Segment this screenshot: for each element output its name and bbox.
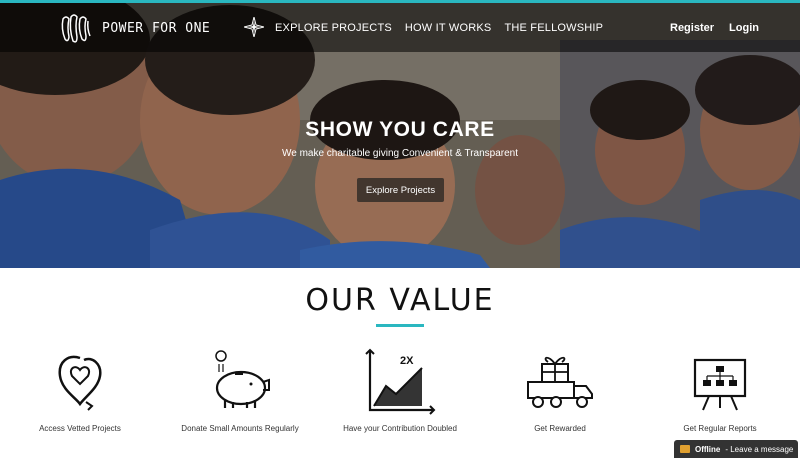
compass-icon xyxy=(244,17,264,37)
auth-links: Register Login xyxy=(670,22,759,34)
feature-vetted-projects: Access Vetted Projects xyxy=(0,346,160,433)
explore-projects-button[interactable]: Explore Projects xyxy=(357,178,444,202)
chat-status: Offline xyxy=(695,444,721,454)
feature-donate-small: Donate Small Amounts Regularly xyxy=(160,346,320,433)
hero-subtitle: We make charitable giving Convenient & T… xyxy=(281,148,519,159)
brand-name: POWER FOR ONE xyxy=(102,20,211,36)
chat-widget[interactable]: Offline - Leave a message xyxy=(674,440,798,458)
hero-title: SHOW YOU CARE xyxy=(305,118,495,141)
growth-chart-icon: 2X xyxy=(365,348,436,415)
gift-truck-icon xyxy=(527,356,593,408)
feature-label: Access Vetted Projects xyxy=(39,424,121,433)
growth-badge: 2X xyxy=(400,355,414,367)
hero-banner: POWER FOR ONE EXPLORE PROJECTS HOW IT WO… xyxy=(0,0,800,268)
feature-label: Have your Contribution Doubled xyxy=(343,424,457,433)
page: POWER FOR ONE EXPLORE PROJECTS HOW IT WO… xyxy=(0,0,800,458)
nav-the-fellowship[interactable]: THE FELLOWSHIP xyxy=(504,22,603,34)
nav-how-it-works[interactable]: HOW IT WORKS xyxy=(405,22,492,34)
title-underline xyxy=(376,324,424,327)
chat-message: - Leave a message xyxy=(725,444,794,454)
feature-label: Get Regular Reports xyxy=(683,424,757,433)
register-link[interactable]: Register xyxy=(670,22,714,34)
feature-regular-reports: Get Regular Reports xyxy=(640,346,800,433)
top-navigation: POWER FOR ONE EXPLORE PROJECTS HOW IT WO… xyxy=(0,3,800,52)
brand-logo[interactable]: POWER FOR ONE xyxy=(60,11,210,45)
section-title: OUR VALUE xyxy=(305,283,495,318)
feature-label: Donate Small Amounts Regularly xyxy=(181,424,299,433)
piggy-bank-icon xyxy=(215,350,270,408)
power-for-one-logo-icon xyxy=(61,14,91,43)
feature-get-rewarded: Get Rewarded xyxy=(480,346,640,433)
nav-explore-projects[interactable]: EXPLORE PROJECTS xyxy=(275,22,392,34)
feature-label: Get Rewarded xyxy=(534,424,586,433)
report-board-icon xyxy=(693,358,747,411)
envelope-icon xyxy=(680,445,690,453)
main-menu: EXPLORE PROJECTS HOW IT WORKS THE FELLOW… xyxy=(275,22,603,34)
heart-check-icon xyxy=(58,355,102,411)
feature-contribution-doubled: 2X Have your Contribution Doubled xyxy=(320,346,480,433)
login-link[interactable]: Login xyxy=(729,22,759,34)
